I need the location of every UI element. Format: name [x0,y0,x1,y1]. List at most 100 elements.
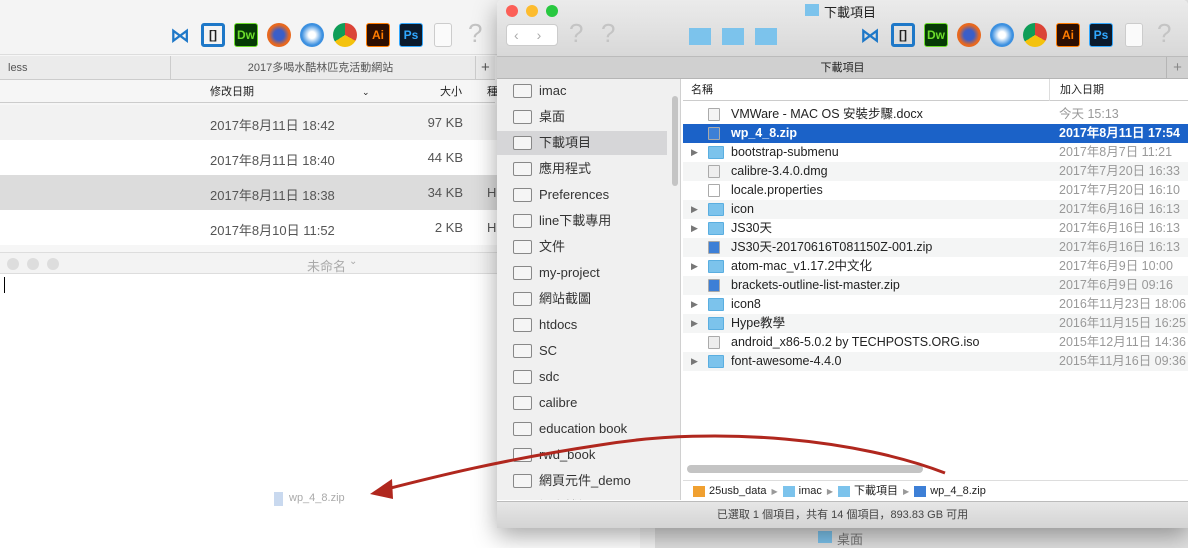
file-list: 名稱 加入日期 VMWare - MAC OS 安裝步驟.docx 今天 15:1… [683,79,1188,480]
zip-file-icon [274,492,283,506]
illustrator-icon[interactable]: Ai [366,23,390,47]
file-row[interactable]: ▶ atom-mac_v1.17.2中文化 2017年6月9日 10:00 [683,257,1188,276]
sidebar-item[interactable]: education book [497,417,667,441]
path-item[interactable]: 25usb_data [709,485,767,497]
column-date[interactable]: 修改日期 [210,81,254,103]
help-icon[interactable]: ? [601,18,615,49]
folder-icon[interactable] [722,28,744,45]
finder-toolbar: 下載項目 ‹› ? ? ⋈ [] Dw Ai Ps ? [497,0,1188,57]
sidebar-item[interactable]: htdocs [497,313,667,337]
file-row[interactable]: ▶ JS30天 2017年6月16日 16:13 [683,219,1188,238]
sidebar-item[interactable]: my-project [497,261,667,285]
disclosure-triangle-icon[interactable]: ▶ [691,314,698,333]
path-item-icon [838,485,851,497]
document-title[interactable]: 未命名 [307,256,346,275]
row-size: 2 KB [434,220,463,235]
disclosure-triangle-icon[interactable]: ▶ [691,295,698,314]
disclosure-triangle-icon[interactable]: ▶ [691,200,698,219]
tab-project[interactable]: 2017多喝水酷林匹克活動網站 [170,56,470,80]
file-row[interactable]: ▶ icon 2017年6月16日 16:13 [683,200,1188,219]
safari-icon[interactable] [990,23,1014,47]
path-item[interactable]: 下載項目 [854,485,898,497]
close-button[interactable] [506,5,518,17]
horizontal-scrollbar[interactable] [687,465,923,473]
file-row[interactable]: ▶ bootstrap-submenu 2017年8月7日 11:21 [683,143,1188,162]
sidebar-item[interactable]: sdc [497,365,667,389]
dreamweaver-icon[interactable]: Dw [234,23,258,47]
zoom-button[interactable] [47,258,59,270]
disclosure-triangle-icon[interactable]: ▶ [691,143,698,162]
file-row[interactable]: VMWare - MAC OS 安裝步驟.docx 今天 15:13 [683,105,1188,124]
sidebar-item-label: 下載項目 [539,135,592,150]
safari-icon[interactable] [300,23,324,47]
path-item[interactable]: wp_4_8.zip [930,485,986,497]
dmg-icon [708,336,720,349]
sidebar-item[interactable]: 文件 [497,235,667,259]
add-tab-button[interactable]: + [475,56,490,80]
chrome-icon[interactable] [1023,23,1047,47]
file-date: 2015年12月11日 14:36 [1059,335,1186,349]
photoshop-icon[interactable]: Ps [399,23,423,47]
file-row[interactable]: ▶ font-awesome-4.4.0 2015年11月16日 09:36 [683,352,1188,371]
disclosure-triangle-icon[interactable]: ▶ [691,219,698,238]
column-date-added[interactable]: 加入日期 [1049,79,1104,101]
tab-downloads[interactable]: 下載項目 + [497,57,1188,79]
path-item[interactable]: imac [799,485,822,497]
brackets-icon[interactable]: [] [891,23,915,47]
file-row[interactable]: JS30天-20170616T081150Z-001.zip 2017年6月16日… [683,238,1188,257]
disclosure-triangle-icon[interactable]: ▶ [691,352,698,371]
firefox-icon[interactable] [267,23,291,47]
column-size[interactable]: 大小 [440,81,462,103]
column-name[interactable]: 名稱 [691,79,713,101]
sidebar-item[interactable]: SC [497,339,667,363]
file-row[interactable]: ▶ Hype教學 2016年11月15日 16:25 [683,314,1188,333]
vscode-icon[interactable]: ⋈ [858,23,882,47]
sidebar-item[interactable]: 桌面 [497,105,667,129]
file-row[interactable]: brackets-outline-list-master.zip 2017年6月9… [683,276,1188,295]
sidebar-item-label: 網站截圖 [539,291,592,306]
dreamweaver-icon[interactable]: Dw [924,23,948,47]
file-name: icon8 [731,297,761,311]
help-icon[interactable]: ? [468,18,482,49]
sidebar-item[interactable]: 下載項目 [497,131,667,155]
minimize-button[interactable] [526,5,538,17]
disk-image-icon[interactable] [1125,23,1143,47]
disk-image-icon[interactable] [434,23,452,47]
sidebar-scrollbar[interactable] [672,96,678,186]
sidebar-item[interactable]: Preferences [497,183,667,207]
chrome-icon[interactable] [333,23,357,47]
folder-icon [513,136,532,150]
firefox-icon[interactable] [957,23,981,47]
back-forward-buttons[interactable]: ‹› [506,24,558,46]
sidebar-item[interactable]: line下載專用 [497,209,667,233]
disclosure-triangle-icon[interactable]: ▶ [691,257,698,276]
folder-icon[interactable] [755,28,777,45]
folder-icon [708,222,724,235]
sidebar-item[interactable]: imac [497,79,667,103]
add-tab-button[interactable]: + [1166,57,1188,79]
brackets-icon[interactable]: [] [201,23,225,47]
file-row[interactable]: ▶ icon8 2016年11月23日 18:06 [683,295,1188,314]
sidebar-item[interactable]: calibre [497,391,667,415]
vscode-icon[interactable]: ⋈ [168,23,192,47]
illustrator-icon[interactable]: Ai [1056,23,1080,47]
sidebar-item[interactable]: 網站截圖 [497,287,667,311]
chevron-down-icon[interactable]: ⌄ [349,256,357,267]
close-button[interactable] [7,258,19,270]
file-row[interactable]: android_x86-5.0.2 by TECHPOSTS.ORG.iso 20… [683,333,1188,352]
file-row[interactable]: locale.properties 2017年7月20日 16:10 [683,181,1188,200]
help-icon[interactable]: ? [569,18,583,49]
sidebar-item[interactable]: 應用程式 [497,157,667,181]
photoshop-icon[interactable]: Ps [1089,23,1113,47]
minimize-button[interactable] [27,258,39,270]
help-icon[interactable]: ? [1157,18,1171,49]
sidebar-item[interactable]: rwd_book [497,443,667,467]
sidebar-item[interactable]: 網頁元件_demo [497,469,667,493]
file-row[interactable]: wp_4_8.zip 2017年8月11日 17:54 [683,124,1188,143]
file-row[interactable]: calibre-3.4.0.dmg 2017年7月20日 16:33 [683,162,1188,181]
zoom-button[interactable] [546,5,558,17]
sidebar-item[interactable]: 設定檔記 [497,495,667,500]
finder-window[interactable]: 下載項目 ‹› ? ? ⋈ [] Dw Ai Ps ? 下載項目 + imac 桌面… [497,0,1188,528]
folder-icon[interactable] [689,28,711,45]
tab-less[interactable]: less [8,56,28,80]
